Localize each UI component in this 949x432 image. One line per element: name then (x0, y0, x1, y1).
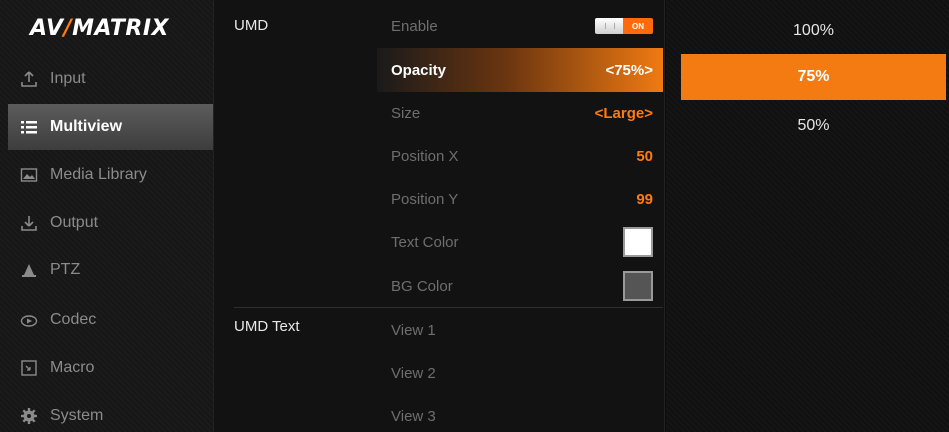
sidebar-item-label: Input (50, 70, 86, 87)
view-label: View 3 (391, 407, 436, 425)
settings-panel: UMD Enable ON Opacity <75%> Size <Large>… (213, 0, 665, 432)
sidebar-item-label: Macro (50, 359, 95, 376)
gear-icon (20, 407, 38, 425)
umd-group-label: UMD (234, 17, 269, 34)
opacity-value: <75%> (605, 61, 653, 79)
sidebar-item-label: Multiview (50, 118, 123, 135)
size-label: Size (391, 104, 421, 122)
sidebar-item-label: Output (50, 214, 99, 231)
list-icon (20, 118, 38, 136)
view-row[interactable]: View 2 (377, 351, 663, 395)
option-item[interactable]: 50% (681, 103, 946, 149)
options-panel: 100% 75% 50% (666, 0, 949, 432)
enable-toggle[interactable]: ON (595, 18, 653, 34)
position-y-label: Position Y (391, 190, 459, 208)
opacity-row[interactable]: Opacity <75%> (377, 48, 663, 92)
sidebar-item-codec[interactable]: Codec (0, 297, 213, 343)
sidebar-item-output[interactable]: Output (0, 200, 213, 246)
sidebar-item-label: Codec (50, 311, 97, 328)
text-color-label: Text Color (391, 233, 459, 251)
umd-text-group-label: UMD Text (234, 318, 300, 335)
position-y-value: 99 (636, 190, 653, 208)
toggle-on-text: ON (623, 18, 653, 34)
sidebar-item-label: Media Library (50, 166, 147, 183)
opacity-label: Opacity (391, 61, 447, 79)
bg-color-swatch[interactable] (623, 271, 653, 301)
sidebar-item-label: PTZ (50, 261, 81, 278)
view-label: View 2 (391, 364, 436, 382)
image-icon (20, 166, 38, 184)
view-row[interactable]: View 1 (377, 308, 663, 352)
upload-icon (20, 70, 38, 88)
sidebar-item-ptz[interactable]: PTZ (0, 247, 213, 293)
sidebar-item-macro[interactable]: Macro (0, 345, 213, 391)
sidebar: AV/MATRIX Input Multiview Media Library … (0, 0, 230, 432)
option-item-selected[interactable]: 75% (681, 54, 946, 100)
enable-label: Enable (391, 17, 438, 35)
codec-icon (20, 311, 38, 329)
view-label: View 1 (391, 321, 436, 339)
position-x-label: Position X (391, 147, 459, 165)
bg-color-row[interactable]: BG Color (377, 264, 663, 308)
position-x-row[interactable]: Position X 50 (377, 134, 663, 178)
option-item[interactable]: 100% (681, 8, 946, 54)
sidebar-item-input[interactable]: Input (0, 56, 213, 102)
view-row[interactable]: View 3 (377, 394, 663, 432)
enable-row[interactable]: Enable ON (377, 4, 663, 48)
sidebar-item-multiview[interactable]: Multiview (8, 104, 230, 150)
toggle-knob (595, 18, 623, 34)
download-icon (20, 214, 38, 232)
size-value: <Large> (594, 104, 653, 122)
text-color-swatch[interactable] (623, 227, 653, 257)
sidebar-item-system[interactable]: System (0, 393, 213, 432)
size-row[interactable]: Size <Large> (377, 91, 663, 135)
position-y-row[interactable]: Position Y 99 (377, 177, 663, 221)
macro-icon (20, 359, 38, 377)
position-x-value: 50 (636, 147, 653, 165)
sidebar-item-label: System (50, 407, 104, 424)
text-color-row[interactable]: Text Color (377, 220, 663, 264)
camera-icon (20, 261, 38, 279)
sidebar-item-media-library[interactable]: Media Library (0, 152, 213, 198)
bg-color-label: BG Color (391, 277, 453, 295)
brand-logo: AV/MATRIX (30, 16, 170, 41)
